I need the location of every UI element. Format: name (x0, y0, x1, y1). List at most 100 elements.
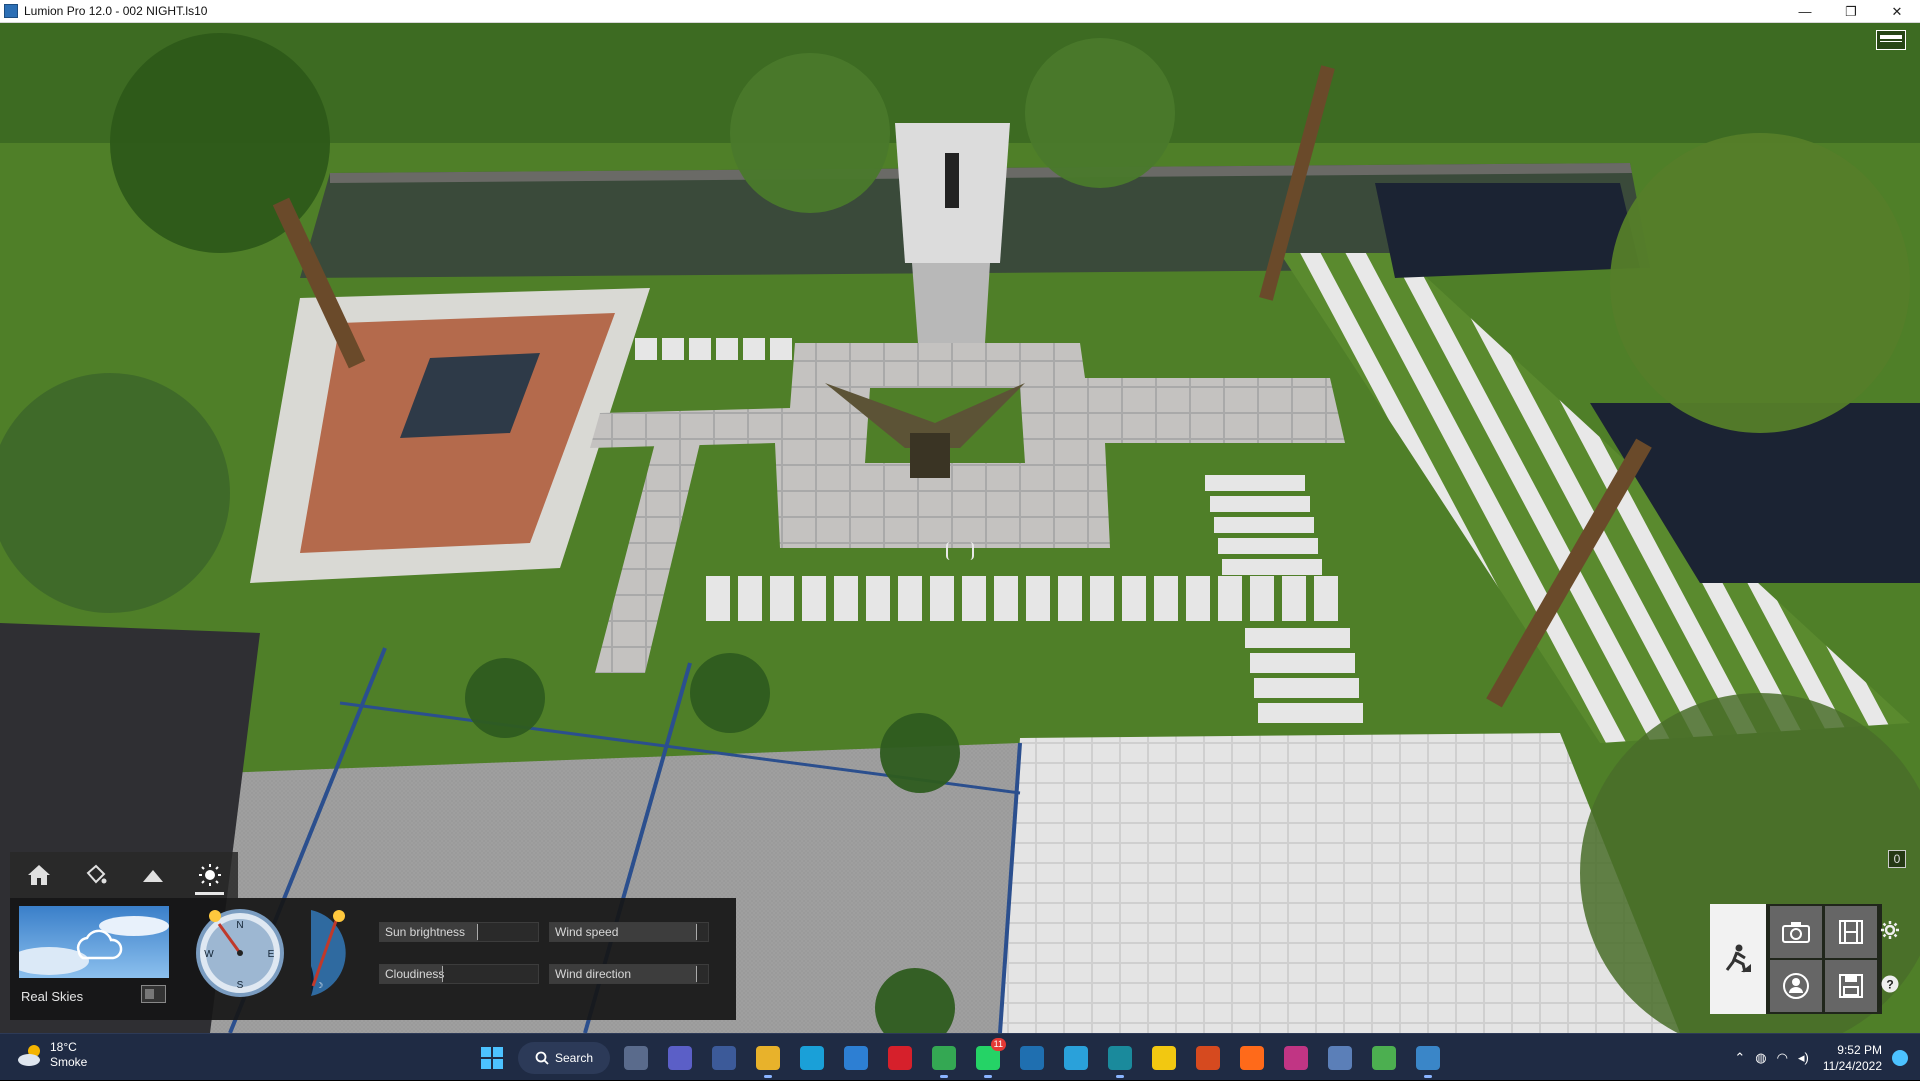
camera-icon (1782, 922, 1810, 943)
panorama-icon (1783, 973, 1809, 999)
weather-panel-body: Real Skies N E S W ☽ Sun brightness Wind… (10, 898, 736, 1020)
close-button[interactable]: ✕ (1874, 0, 1920, 23)
start-button[interactable] (470, 1034, 514, 1081)
window-title-bar: Lumion Pro 12.0 - 002 NIGHT.ls10 — ❐ ✕ (0, 0, 1920, 23)
paint-bucket-icon (86, 864, 106, 884)
tab-home[interactable] (10, 852, 67, 898)
taskbar-app-sticky-notes[interactable] (1142, 1034, 1186, 1081)
help-button[interactable]: ? (1878, 972, 1902, 996)
cloudiness-slider[interactable]: Cloudiness (379, 964, 539, 984)
taskbar-app-edge[interactable] (790, 1034, 834, 1081)
real-skies-thumbnail[interactable] (19, 906, 169, 978)
taskbar-app-file-explorer[interactable] (746, 1034, 790, 1081)
sun-direction-compass[interactable]: N E S W (193, 906, 287, 1000)
weather-panel: Real Skies N E S W ☽ Sun brightness Wind… (10, 852, 736, 1020)
weather-temperature: 18°C (50, 1040, 77, 1054)
panorama-mode-button[interactable] (1770, 960, 1822, 1012)
volume-icon[interactable]: ◂) (1798, 1050, 1809, 1066)
weather-cloud-sun-icon (18, 1045, 40, 1066)
taskbar-app-calculator[interactable] (702, 1034, 746, 1081)
wind-direction-label: Wind direction (555, 967, 632, 981)
shield-app-icon (1020, 1045, 1044, 1070)
compass-east-label: E (268, 949, 275, 960)
grammarly-icon (1196, 1045, 1220, 1070)
film-icon (1839, 920, 1863, 944)
taskbar-app-whatsapp[interactable]: 11 (966, 1034, 1010, 1081)
sun-brightness-slider[interactable]: Sun brightness (379, 922, 539, 942)
svg-text:?: ? (1886, 978, 1893, 992)
wind-speed-slider[interactable]: Wind speed (549, 922, 709, 942)
maximize-button[interactable]: ❐ (1828, 0, 1874, 23)
sun-position-icon[interactable] (209, 910, 221, 922)
search-icon (535, 1051, 549, 1065)
help-icon: ? (1881, 975, 1899, 993)
weather-widget[interactable]: 18°C Smoke (16, 1040, 87, 1070)
sun-brightness-handle[interactable] (475, 922, 480, 942)
save-icon (1839, 974, 1863, 998)
taskbar-app-grammarly[interactable] (1186, 1034, 1230, 1081)
tab-landscape[interactable] (124, 852, 181, 898)
sticky-notes-icon (1152, 1045, 1176, 1070)
taskbar-app-chrome[interactable] (922, 1034, 966, 1081)
wind-direction-slider[interactable]: Wind direction (549, 964, 709, 984)
network-globe-icon[interactable]: ◍ (1755, 1050, 1766, 1066)
sun-height-dial[interactable]: ☽ (303, 906, 359, 1000)
wifi-icon[interactable]: ◠ (1777, 1050, 1788, 1066)
taskbar-app-task-view[interactable] (614, 1034, 658, 1081)
file-explorer-icon (756, 1045, 780, 1070)
panel-tabs (10, 852, 238, 898)
corner-marker[interactable]: 0 (1888, 850, 1906, 868)
windows-logo-icon (481, 1046, 503, 1069)
window-title: Lumion Pro 12.0 - 002 NIGHT.ls10 (24, 4, 208, 18)
windows-taskbar: 18°C Smoke Search 11 ⌃ ◍ ◠ ◂) 9:52 PM 11… (0, 1033, 1920, 1080)
taskbar-app-teams[interactable] (658, 1034, 702, 1081)
cloud-icon (19, 916, 169, 975)
real-skies-toggle[interactable] (141, 985, 166, 1003)
taskbar-app-v-app[interactable] (1362, 1034, 1406, 1081)
wind-speed-handle[interactable] (694, 922, 699, 942)
viewport-crosshair (946, 542, 974, 560)
build-mode-button[interactable] (1710, 904, 1766, 1014)
settings-icon (1881, 921, 1899, 939)
taskbar-app-chart-app[interactable] (1318, 1034, 1362, 1081)
landscape-icon (142, 870, 163, 882)
compass-west-label: W (204, 949, 214, 960)
settings-button[interactable] (1878, 918, 1902, 942)
show-hidden-icons-chevron-icon[interactable]: ⌃ (1734, 1050, 1745, 1066)
svg-text:☽: ☽ (316, 981, 323, 990)
clock[interactable]: 9:52 PM 11/24/2022 (1823, 1042, 1882, 1074)
taskbar-app-shield-app[interactable] (1010, 1034, 1054, 1081)
movie-mode-button[interactable] (1825, 906, 1877, 958)
taskbar-app-lumion[interactable] (1406, 1034, 1450, 1081)
cloudiness-handle[interactable] (440, 964, 445, 984)
system-tray: ⌃ ◍ ◠ ◂) 9:52 PM 11/24/2022 (1734, 1034, 1908, 1081)
notification-icon[interactable] (1892, 1049, 1908, 1066)
whatsapp-notification-badge: 11 (990, 1038, 1006, 1051)
taskbar-app-store[interactable] (834, 1034, 878, 1081)
tab-weather[interactable] (181, 852, 238, 898)
taskbar-app-instagram[interactable] (1274, 1034, 1318, 1081)
taskbar-app-sketchup[interactable] (1098, 1034, 1142, 1081)
view-mode-toggle-button[interactable] (1876, 30, 1906, 50)
build-mode-icon (1725, 944, 1751, 973)
sun-brightness-label: Sun brightness (385, 925, 466, 939)
photo-mode-button[interactable] (1770, 906, 1822, 958)
sun-icon (198, 864, 221, 886)
taskbar-app-telegram[interactable] (1054, 1034, 1098, 1081)
instagram-icon (1284, 1045, 1308, 1070)
wind-direction-handle[interactable] (694, 964, 699, 984)
store-icon (844, 1045, 868, 1070)
save-button[interactable] (1825, 960, 1877, 1012)
sun-height-icon[interactable] (333, 910, 345, 922)
edge-icon (800, 1045, 824, 1070)
clock-time: 9:52 PM (1837, 1042, 1882, 1057)
minimize-button[interactable]: — (1782, 0, 1828, 23)
chrome-icon (932, 1045, 956, 1070)
taskbar-search-button[interactable]: Search (518, 1041, 610, 1074)
taskbar-app-soundcloud[interactable] (1230, 1034, 1274, 1081)
tab-materials[interactable] (67, 852, 124, 898)
house-icon (27, 865, 50, 885)
sketchup-icon (1108, 1045, 1132, 1070)
wind-speed-label: Wind speed (555, 925, 619, 939)
taskbar-app-opera[interactable] (878, 1034, 922, 1081)
